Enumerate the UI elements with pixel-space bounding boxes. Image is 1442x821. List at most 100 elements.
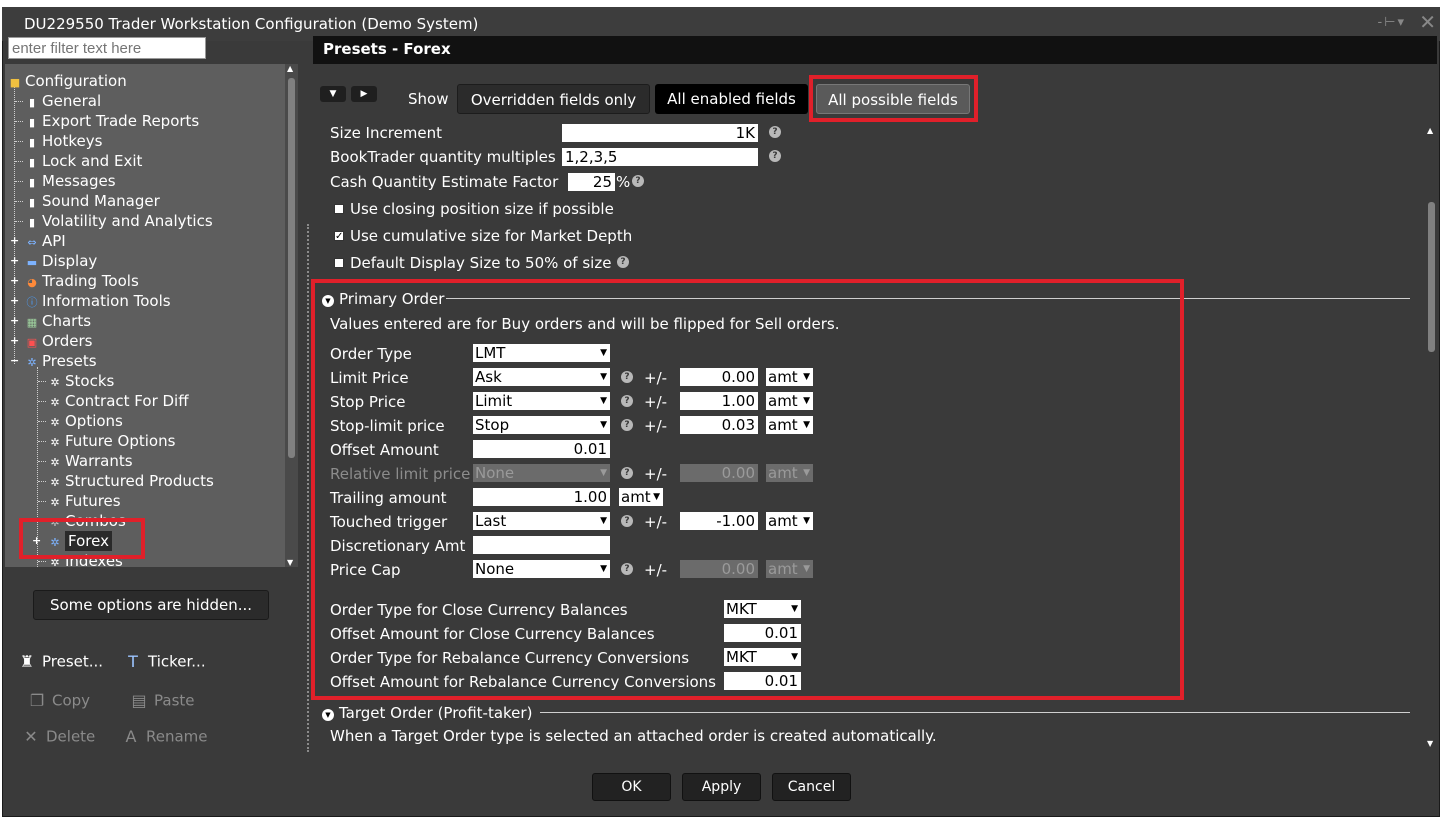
pin-icon[interactable]: -⊢▾ (1377, 15, 1406, 30)
size-increment-label: Size Increment (330, 124, 443, 142)
delete-icon: ✕ (24, 727, 38, 746)
preset-button[interactable]: ♜ Preset... (18, 652, 103, 672)
help-icon[interactable]: ? (769, 150, 781, 162)
tree-item-future-options[interactable]: ✲ Future Options (48, 431, 175, 451)
collapse-all-button[interactable]: ▼ (320, 86, 346, 102)
tree-item-hotkeys[interactable]: ▮ Hotkeys (25, 131, 102, 151)
tree-item-options[interactable]: ✲ Options (48, 411, 123, 431)
scroll-down-icon[interactable]: ▼ (1427, 739, 1433, 748)
gear-icon: ✲ (50, 376, 60, 389)
checkbox-default-display-size[interactable] (334, 258, 344, 268)
tree-item-futures[interactable]: ✲ Futures (48, 491, 120, 511)
help-icon[interactable]: ? (769, 126, 781, 138)
chart-icon: ▦ (26, 316, 38, 329)
tree-item-charts[interactable]: ▦ Charts (25, 311, 91, 331)
checkbox-cumulative-size[interactable]: ✓ (334, 231, 344, 242)
copy-icon: ❐ (29, 691, 45, 710)
section-divider (540, 712, 1410, 713)
document-icon: ▮ (28, 216, 36, 229)
tree-item-export-trade-reports[interactable]: ▮ Export Trade Reports (25, 111, 199, 131)
cumulative-size-label: Use cumulative size for Market Depth (350, 227, 633, 245)
hidden-options-button[interactable]: Some options are hidden... (33, 590, 269, 620)
paste-icon: ▤ (131, 691, 147, 710)
copy-button[interactable]: ❐ Copy (28, 691, 90, 711)
highlight-forex (19, 518, 145, 559)
apply-button[interactable]: Apply (682, 773, 761, 801)
expand-icon[interactable]: + (10, 255, 19, 266)
gear-icon: ✲ (50, 396, 60, 409)
gear-icon: ✲ (50, 436, 60, 449)
close-icon[interactable]: ✕ (1419, 10, 1436, 34)
help-icon[interactable]: ? (617, 256, 629, 268)
tree-item-information-tools[interactable]: ⓘ Information Tools (25, 291, 171, 311)
ok-button[interactable]: OK (592, 773, 671, 801)
folder-icon: ■ (9, 76, 21, 89)
checkbox-closing-position[interactable] (334, 204, 344, 214)
tree-item-volatility-and-analytics[interactable]: ▮ Volatility and Analytics (25, 211, 213, 231)
tree-item-lock-and-exit[interactable]: ▮ Lock and Exit (25, 151, 142, 171)
tree-scrollbar[interactable]: ▲ ▼ (285, 64, 298, 567)
collapse-icon[interactable]: − (10, 355, 19, 366)
expand-icon[interactable]: + (10, 275, 19, 286)
document-icon: ▮ (28, 116, 36, 129)
expand-icon[interactable]: + (10, 295, 19, 306)
tree-item-stocks[interactable]: ✲ Stocks (48, 371, 114, 391)
size-increment-field[interactable]: 1K (562, 124, 758, 142)
tree-item-warrants[interactable]: ✲ Warrants (48, 451, 132, 471)
scroll-up-icon[interactable]: ▲ (1427, 126, 1433, 135)
default-display-size-label: Default Display Size to 50% of size (350, 254, 612, 272)
scroll-down-icon[interactable]: ▼ (287, 558, 293, 567)
paste-button[interactable]: ▤ Paste (130, 691, 194, 711)
chevron-right-icon: ▶ (360, 89, 368, 99)
gear-icon: ✲ (27, 356, 37, 369)
target-order-note: When a Target Order type is selected an … (330, 727, 937, 745)
expand-icon[interactable]: + (10, 335, 19, 346)
scroll-thumb[interactable] (288, 78, 295, 458)
config-tree: ■ Configuration ▮ General ▮ Export Trade Re… (5, 64, 298, 567)
cancel-button[interactable]: Cancel (772, 773, 851, 801)
enabled-fields-toggle[interactable]: All enabled fields (655, 84, 808, 114)
panel-divider (307, 224, 309, 752)
info-icon: ⓘ (26, 296, 38, 309)
rename-button[interactable]: A Rename (122, 727, 208, 747)
delete-button[interactable]: ✕ Delete (22, 727, 95, 747)
expand-icon[interactable]: + (10, 235, 19, 246)
document-icon: ▮ (28, 196, 36, 209)
scroll-thumb[interactable] (1428, 202, 1435, 352)
chevron-down-icon: ▼ (322, 709, 334, 721)
tree-item-presets[interactable]: ✲ Presets (25, 351, 96, 371)
gear-icon: ✲ (50, 476, 60, 489)
orders-icon: ▣ (26, 336, 38, 349)
tree-item-sound-manager[interactable]: ▮ Sound Manager (25, 191, 160, 211)
help-icon[interactable]: ? (632, 175, 644, 187)
tree-item-general[interactable]: ▮ General (25, 91, 101, 111)
monitor-icon: ▬ (26, 256, 38, 269)
tree-item-display[interactable]: ▬ Display (25, 251, 98, 271)
tree-item-structured-products[interactable]: ✲ Structured Products (48, 471, 213, 491)
tree-item-api[interactable]: ⇔ API (25, 231, 65, 251)
scroll-up-icon[interactable]: ▲ (287, 64, 293, 73)
booktrader-multiples-label: BookTrader quantity multiples (330, 148, 556, 166)
tree-root-configuration[interactable]: ■ Configuration (8, 71, 127, 91)
tree-item-contract-for-diff[interactable]: ✲ Contract For Diff (48, 391, 188, 411)
arrows-icon: ⇔ (27, 236, 37, 249)
ticker-button[interactable]: T Ticker... (124, 652, 205, 672)
panel-header: Presets - Forex (313, 36, 1437, 64)
content-scrollbar[interactable]: ▲ ▼ (1425, 126, 1438, 748)
preset-icon: ♜ (19, 652, 35, 671)
window-title: DU229550 Trader Workstation Configuratio… (24, 15, 479, 33)
filter-input[interactable] (8, 37, 206, 59)
expand-all-button[interactable]: ▶ (351, 86, 377, 102)
show-label: Show (408, 90, 449, 108)
tree-item-messages[interactable]: ▮ Messages (25, 171, 116, 191)
target-order-header[interactable]: ▼ Target Order (Profit-taker) (322, 704, 532, 722)
expand-icon[interactable]: + (10, 315, 19, 326)
tree-item-orders[interactable]: ▣ Orders (25, 331, 93, 351)
cash-qty-factor-field[interactable]: 25 (568, 173, 615, 191)
cash-qty-factor-label: Cash Quantity Estimate Factor (330, 173, 559, 191)
tree-item-trading-tools[interactable]: ◕ Trading Tools (25, 271, 139, 291)
booktrader-multiples-field[interactable]: 1,2,3,5 (562, 148, 758, 166)
document-icon: ▮ (28, 96, 36, 109)
overridden-fields-toggle[interactable]: Overridden fields only (457, 84, 650, 114)
document-icon: ▮ (28, 176, 36, 189)
